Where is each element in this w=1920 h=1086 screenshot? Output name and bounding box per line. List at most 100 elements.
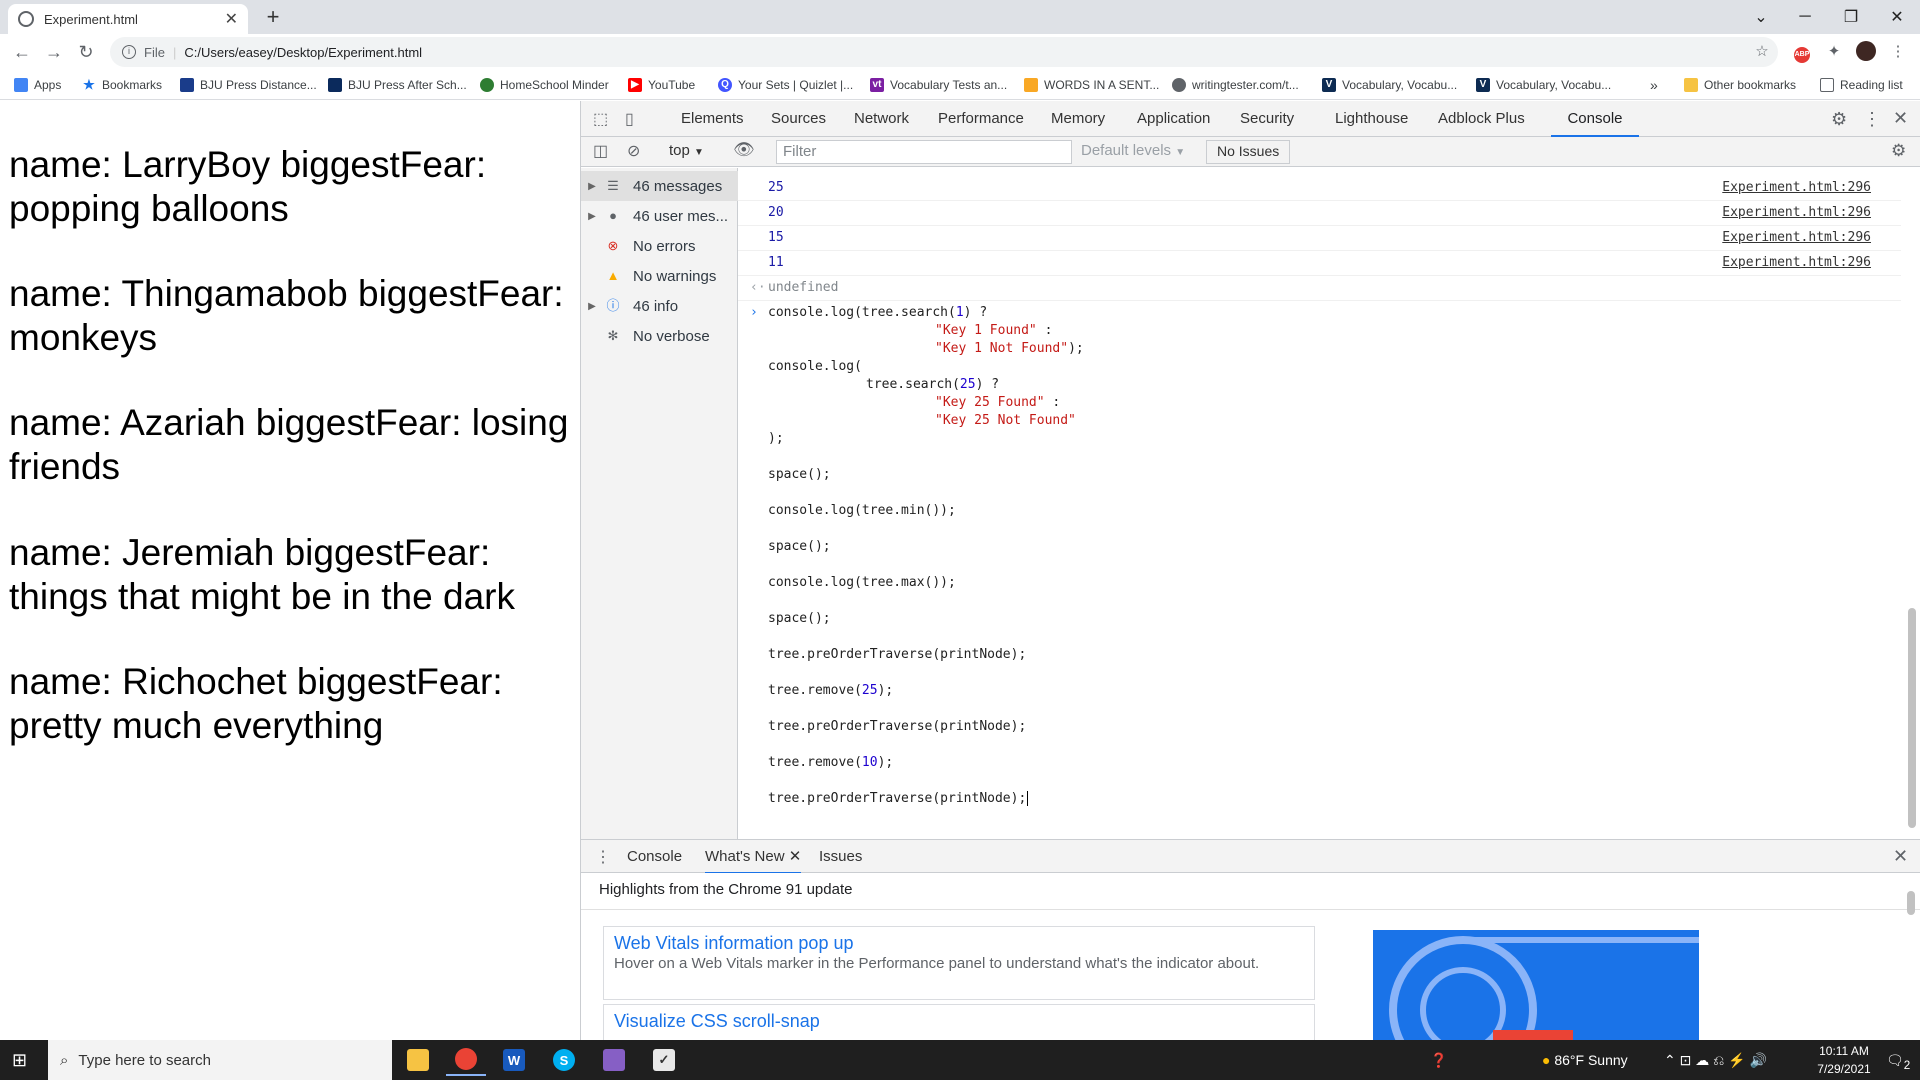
clear-console-icon[interactable]: ⊘ xyxy=(627,141,640,161)
sidebar-item-warnings[interactable]: ▲ No warnings xyxy=(581,261,738,291)
issues-button[interactable]: No Issues xyxy=(1206,140,1291,164)
tab-elements[interactable]: Elements xyxy=(681,101,744,137)
bookmark-bookmarks[interactable]: ★ Bookmarks xyxy=(82,76,162,94)
promo-image[interactable] xyxy=(1373,930,1699,1040)
new-tab-button[interactable]: + xyxy=(260,4,286,30)
menu-icon[interactable]: ⋮ xyxy=(1886,41,1910,63)
device-toggle-icon[interactable]: ▯ xyxy=(625,109,634,129)
filter-input[interactable]: Filter xyxy=(776,140,1072,164)
tray-icons[interactable]: ⌃ ⊡ ☁ ⎌ ⚡ 🔊 xyxy=(1664,1040,1767,1080)
console-output[interactable]: 25 Experiment.html:296 20 Experiment.htm… xyxy=(738,168,1901,839)
card-title[interactable]: Web Vitals information pop up xyxy=(614,933,1304,954)
more-bookmarks-button[interactable]: » xyxy=(1650,76,1658,94)
source-link[interactable]: Experiment.html:296 xyxy=(1722,255,1871,270)
taskbar-search[interactable]: ⌕ Type here to search xyxy=(48,1040,392,1080)
bookmark-apps[interactable]: Apps xyxy=(14,76,61,94)
scrollbar-thumb[interactable] xyxy=(1908,608,1916,828)
inspect-icon[interactable]: ⬚ xyxy=(593,109,608,129)
close-tab-icon[interactable]: ✕ xyxy=(225,9,238,29)
windows-start-icon[interactable]: ⊞ xyxy=(12,1050,27,1071)
sidebar-item-verbose[interactable]: ✻ No verbose xyxy=(581,321,738,351)
sidebar-item-errors[interactable]: ⊗ No errors xyxy=(581,231,738,261)
close-tab-icon[interactable]: ✕ xyxy=(789,848,802,865)
scrollbar-thumb[interactable] xyxy=(1907,891,1915,915)
bookmark-item[interactable]: HomeSchool Minder xyxy=(480,76,609,94)
source-link[interactable]: Experiment.html:296 xyxy=(1722,180,1871,195)
console-settings-icon[interactable]: ⚙ xyxy=(1891,141,1906,161)
url-text[interactable]: C:/Users/easey/Desktop/Experiment.html xyxy=(184,45,422,60)
drawer-tab-whats-new[interactable]: What's New ✕ xyxy=(705,840,802,874)
close-devtools-icon[interactable]: ✕ xyxy=(1893,108,1908,129)
minimize-button[interactable]: ─ xyxy=(1782,0,1828,34)
bookmark-item[interactable]: vt Vocabulary Tests an... xyxy=(870,76,1007,94)
file-explorer-icon[interactable] xyxy=(398,1044,438,1076)
tab-performance[interactable]: Performance xyxy=(938,101,1024,137)
drawer-menu-icon[interactable]: ⋮ xyxy=(595,847,611,867)
address-bar[interactable]: i File | C:/Users/easey/Desktop/Experime… xyxy=(110,37,1778,67)
bookmark-item[interactable]: writingtester.com/t... xyxy=(1172,76,1299,94)
console-prompt[interactable]: › console.log(tree.search(1) ? "Key 1 Fo… xyxy=(738,301,1901,841)
sidebar-toggle-icon[interactable]: ◫ xyxy=(593,141,608,161)
levels-dropdown[interactable]: Default levels ▼ xyxy=(1081,142,1185,159)
forward-button[interactable]: → xyxy=(40,40,68,64)
source-link[interactable]: Experiment.html:296 xyxy=(1722,230,1871,245)
weather[interactable]: ● 86°F Sunny xyxy=(1542,1040,1628,1080)
tab-search-icon[interactable]: ⌄ xyxy=(1738,0,1784,34)
tab-sources[interactable]: Sources xyxy=(771,101,826,137)
console-scrollbar[interactable] xyxy=(1901,168,1920,839)
bookmark-item[interactable]: V Vocabulary, Vocabu... xyxy=(1476,76,1611,94)
close-drawer-icon[interactable]: ✕ xyxy=(1893,846,1908,867)
sidebar-item-info[interactable]: ▶ ⓘ 46 info xyxy=(581,291,738,321)
card-title[interactable]: Visualize CSS scroll-snap xyxy=(614,1011,1304,1032)
other-bookmarks[interactable]: Other bookmarks xyxy=(1684,76,1796,94)
bookmark-item[interactable]: BJU Press Distance... xyxy=(180,76,317,94)
reload-button[interactable]: ↻ xyxy=(72,40,100,64)
drawer-tab-issues[interactable]: Issues xyxy=(819,840,862,874)
settings-icon[interactable]: ⚙ xyxy=(1831,109,1847,130)
tab-console[interactable]: Console xyxy=(1551,101,1639,137)
clock[interactable]: 10:11 AM 7/29/2021 xyxy=(1802,1042,1886,1078)
sidebar-item-messages[interactable]: ▶ ☰ 46 messages xyxy=(581,171,738,201)
reading-list[interactable]: Reading list xyxy=(1820,76,1903,94)
bookmark-item[interactable]: WORDS IN A SENT... xyxy=(1024,76,1159,94)
help-icon[interactable]: ❓ xyxy=(1430,1040,1447,1080)
tab-adblock-plus[interactable]: Adblock Plus xyxy=(1438,101,1525,137)
source-link[interactable]: Experiment.html:296 xyxy=(1722,205,1871,220)
folder-icon xyxy=(1684,78,1698,92)
adblock-icon[interactable]: ABP xyxy=(1790,41,1814,63)
drawer-tab-console[interactable]: Console xyxy=(627,840,682,874)
avatar[interactable] xyxy=(1854,41,1878,63)
tab-network[interactable]: Network xyxy=(854,101,909,137)
visual-studio-icon[interactable] xyxy=(594,1044,634,1076)
eye-icon[interactable]: 👁 xyxy=(733,140,755,160)
bookmark-item[interactable]: Q Your Sets | Quizlet |... xyxy=(718,76,853,94)
more-options-icon[interactable]: ⋮ xyxy=(1863,109,1881,130)
sidebar-item-user-messages[interactable]: ▶ ● 46 user mes... xyxy=(581,201,738,231)
feature-card[interactable]: Web Vitals information pop up Hover on a… xyxy=(603,926,1315,1000)
tab-strip: Experiment.html ✕ + ⌄ ─ ❐ ✕ xyxy=(0,0,1920,34)
star-icon[interactable]: ☆ xyxy=(1750,41,1774,63)
notification-center[interactable]: 🗨2 xyxy=(1886,1040,1910,1080)
tab-application[interactable]: Application xyxy=(1137,101,1210,137)
feature-card[interactable]: Visualize CSS scroll-snap xyxy=(603,1004,1315,1040)
app-icon[interactable]: ✓ xyxy=(644,1044,684,1076)
windows-taskbar: ⊞ ⌕ Type here to search W S ✓ ❓ ● 86°F S… xyxy=(0,1040,1920,1080)
tab-security[interactable]: Security xyxy=(1240,101,1294,137)
drawer-scrollbar[interactable] xyxy=(1901,873,1920,1040)
close-window-button[interactable]: ✕ xyxy=(1874,0,1920,34)
tab-memory[interactable]: Memory xyxy=(1051,101,1105,137)
expand-icon: ▶ xyxy=(588,180,596,192)
tab-lighthouse[interactable]: Lighthouse xyxy=(1335,101,1408,137)
bookmark-youtube[interactable]: ▶ YouTube xyxy=(628,76,695,94)
back-button[interactable]: ← xyxy=(8,40,36,64)
browser-tab[interactable]: Experiment.html ✕ xyxy=(8,4,248,34)
bookmark-item[interactable]: V Vocabulary, Vocabu... xyxy=(1322,76,1457,94)
restore-button[interactable]: ❐ xyxy=(1828,0,1874,34)
word-icon[interactable]: W xyxy=(494,1044,534,1076)
info-icon[interactable]: i xyxy=(122,45,136,59)
chrome-icon[interactable] xyxy=(446,1044,486,1076)
context-selector[interactable]: top ▼ xyxy=(669,142,704,159)
skype-icon[interactable]: S xyxy=(544,1044,584,1076)
extensions-icon[interactable]: ✦ xyxy=(1822,41,1846,63)
bookmark-item[interactable]: BJU Press After Sch... xyxy=(328,76,467,94)
